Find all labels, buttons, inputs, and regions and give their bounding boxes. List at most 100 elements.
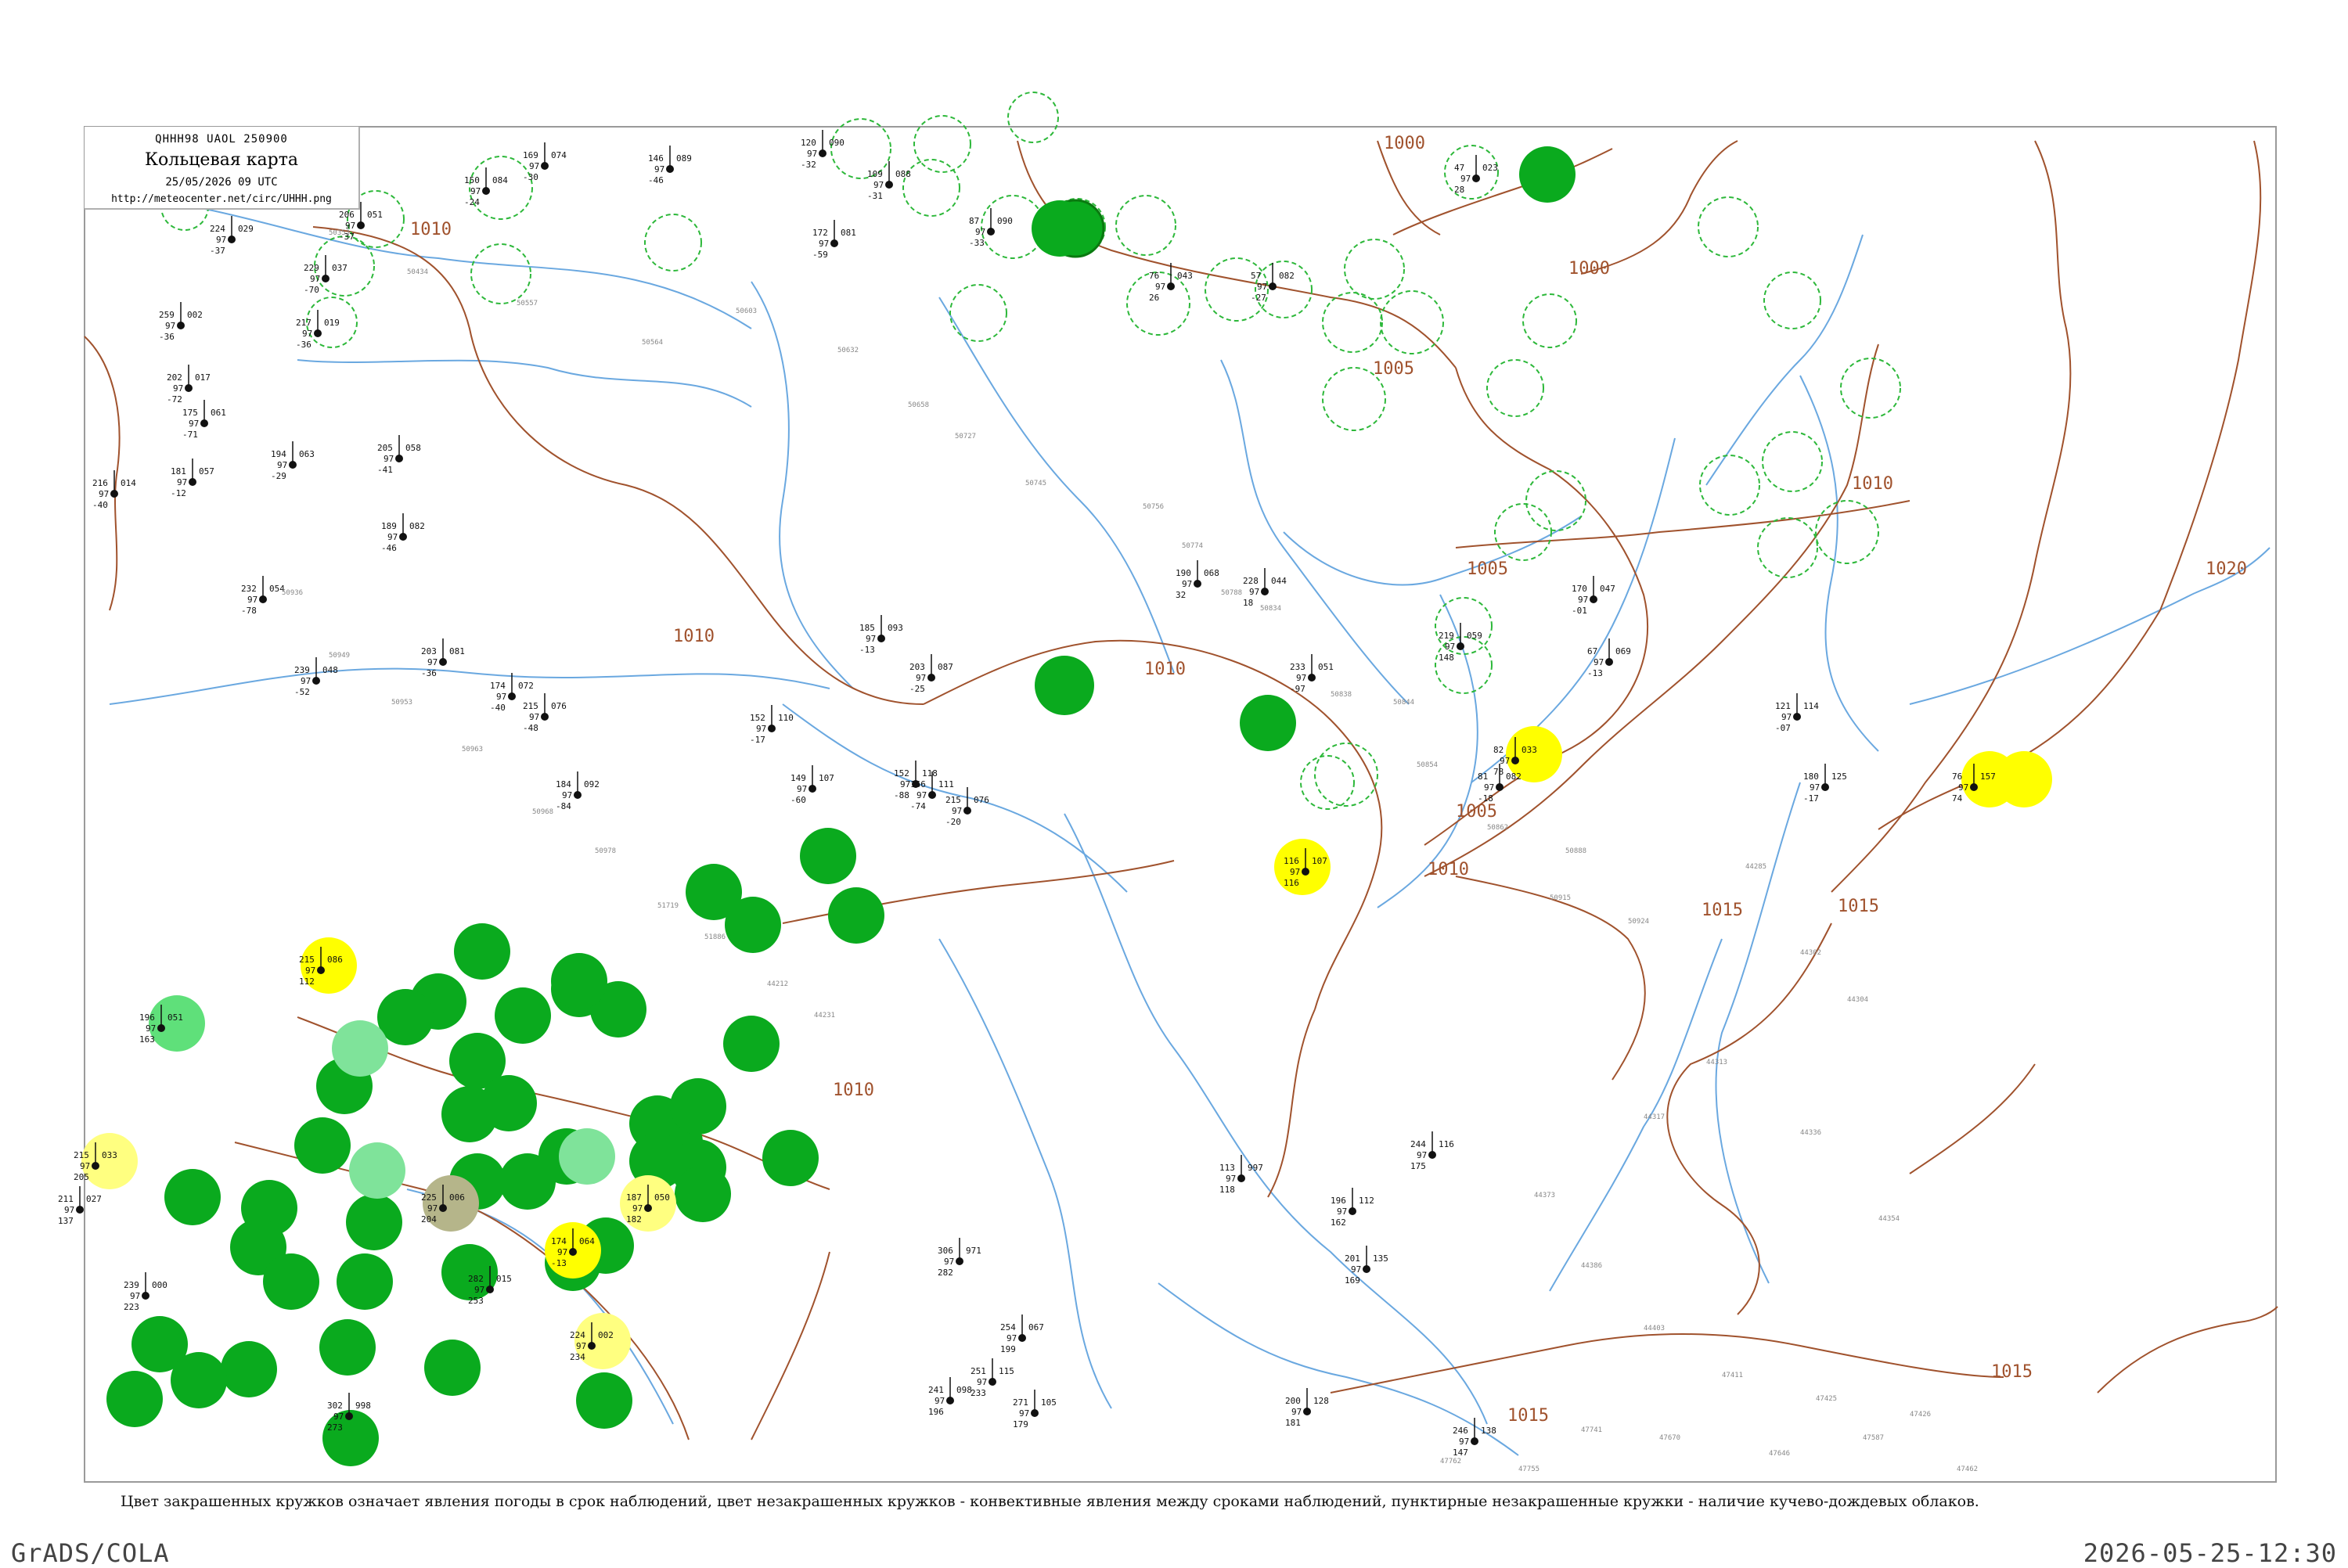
station-id-label: 44403 bbox=[1644, 1325, 1665, 1332]
station-plot: 87 090 97-33 bbox=[969, 208, 1013, 248]
station-id-label: 44313 bbox=[1706, 1059, 1727, 1066]
station-temperature: 169 bbox=[523, 150, 538, 160]
station-temperature: 150 bbox=[464, 175, 480, 185]
station-visibility: 97 bbox=[1019, 1408, 1029, 1419]
station-id-label: 50353 bbox=[329, 229, 350, 237]
station-temperature: 215 bbox=[299, 955, 315, 965]
isobar-label: 1015 bbox=[1991, 1362, 2033, 1382]
station-temperature: 47 bbox=[1454, 163, 1464, 173]
station-id-label: 44354 bbox=[1878, 1215, 1900, 1223]
station-pressure: 037 bbox=[332, 263, 348, 273]
station-dewpoint: 196 bbox=[928, 1407, 944, 1417]
station-visibility: 97 bbox=[1459, 1437, 1469, 1447]
station-visibility: 97 bbox=[333, 1412, 344, 1422]
station-id-label: 50557 bbox=[517, 300, 538, 307]
station-pressure: 044 bbox=[1271, 576, 1287, 586]
station-visibility: 97 bbox=[873, 180, 884, 190]
station-visibility: 97 bbox=[130, 1291, 140, 1301]
station-pressure: 017 bbox=[195, 372, 211, 383]
station-plot: 232 05497-78 bbox=[241, 576, 285, 616]
station-id-label: 50788 bbox=[1221, 589, 1242, 597]
station-visibility: 97 bbox=[1296, 673, 1306, 683]
station-visibility: 97 bbox=[1578, 595, 1588, 605]
station-dewpoint: 148 bbox=[1439, 653, 1454, 663]
station-plot: 254 067 97199 bbox=[1000, 1314, 1044, 1354]
station-id-label: 47425 bbox=[1816, 1395, 1837, 1403]
station-dewpoint: -36 bbox=[159, 332, 175, 342]
station-temperature: 205 bbox=[377, 443, 393, 453]
station-visibility: 97 bbox=[1290, 867, 1300, 877]
station-temperature: 241 bbox=[928, 1385, 944, 1395]
station-plot: 190 068 9732 bbox=[1176, 560, 1219, 600]
station-id-label: 44373 bbox=[1534, 1192, 1555, 1199]
station-temperature: 170 bbox=[1572, 584, 1587, 594]
station-visibility: 97 bbox=[1337, 1207, 1347, 1217]
station-pressure: 971 bbox=[966, 1246, 981, 1256]
station-temperature: 282 bbox=[468, 1274, 484, 1284]
station-dewpoint: 205 bbox=[74, 1172, 89, 1182]
station-plot: 205 058 97-41 bbox=[377, 435, 421, 475]
station-id-label: 50854 bbox=[1417, 761, 1438, 769]
station-pressure: 051 bbox=[167, 1012, 183, 1023]
bulletin-header: QHHH98 UAOL 250900 bbox=[155, 133, 288, 146]
station-pressure: 088 bbox=[895, 169, 911, 179]
station-temperature: 271 bbox=[1013, 1397, 1028, 1408]
station-plot: 259 002 97-36 bbox=[159, 302, 203, 342]
station-visibility: 97 bbox=[1594, 657, 1604, 667]
station-plot: 185 093 97-13 bbox=[859, 615, 903, 655]
station-temperature: 172 bbox=[812, 228, 828, 238]
station-id-label: 50915 bbox=[1550, 894, 1571, 902]
station-dewpoint: 175 bbox=[1410, 1161, 1426, 1171]
station-plot: 120 090 97-32 bbox=[801, 130, 844, 170]
station-dewpoint: 199 bbox=[1000, 1344, 1016, 1354]
station-dewpoint: 169 bbox=[1345, 1275, 1360, 1286]
station-pressure: 998 bbox=[355, 1401, 371, 1411]
station-dewpoint: 234 bbox=[570, 1352, 585, 1362]
station-pressure: 114 bbox=[1803, 701, 1819, 711]
station-plot: 180 125 97-17 bbox=[1803, 764, 1847, 804]
station-dewpoint: -36 bbox=[296, 340, 312, 350]
station-dewpoint: -84 bbox=[556, 801, 571, 811]
station-pressure: 107 bbox=[819, 773, 834, 783]
station-temperature: 174 bbox=[490, 681, 506, 691]
station-temperature: 82 bbox=[1493, 745, 1504, 755]
station-plot: 172 081 97-59 bbox=[812, 220, 856, 260]
station-temperature: 251 bbox=[971, 1366, 986, 1376]
station-id-label: 50936 bbox=[282, 589, 303, 597]
station-temperature: 181 bbox=[171, 466, 186, 477]
station-dewpoint: -33 bbox=[969, 238, 985, 248]
station-pressure: 092 bbox=[584, 779, 600, 789]
isobar-label: 1010 bbox=[410, 220, 452, 239]
station-visibility: 97 bbox=[387, 532, 398, 542]
station-id-label: 50756 bbox=[1143, 503, 1164, 511]
station-plot: 244 116 97175 bbox=[1410, 1131, 1454, 1171]
station-visibility: 97 bbox=[1007, 1333, 1017, 1343]
isobar-label: 1010 bbox=[833, 1081, 874, 1100]
station-dewpoint: -24 bbox=[464, 197, 480, 207]
station-visibility: 97 bbox=[1291, 1407, 1302, 1417]
station-visibility: 97 bbox=[944, 1257, 954, 1267]
station-pressure: 051 bbox=[1318, 662, 1334, 672]
map-title-box: QHHH98 UAOL 250900 Кольцевая карта 25/05… bbox=[85, 127, 360, 210]
station-temperature: 120 bbox=[801, 138, 816, 148]
station-dewpoint: -40 bbox=[92, 500, 108, 510]
station-pressure: 064 bbox=[579, 1236, 595, 1246]
station-pressure: 051 bbox=[367, 210, 383, 220]
station-id-label: 47462 bbox=[1957, 1466, 1978, 1473]
station-temperature: 190 bbox=[1176, 568, 1191, 578]
station-visibility: 97 bbox=[277, 460, 287, 470]
station-dewpoint: -17 bbox=[750, 735, 765, 745]
station-temperature: 206 bbox=[339, 210, 355, 220]
station-plot: 170 047 97-01 bbox=[1572, 576, 1615, 616]
isobar-label: 1010 bbox=[1144, 660, 1186, 679]
station-plot: 201 135 97169 bbox=[1345, 1246, 1388, 1286]
station-plot: 203 087 97-25 bbox=[909, 654, 953, 694]
station-pressure: 058 bbox=[405, 443, 421, 453]
station-plot: 150 084 97-24 bbox=[464, 167, 508, 207]
source-url[interactable]: http://meteocenter.net/circ/UHHH.png bbox=[85, 193, 358, 205]
station-temperature: 224 bbox=[570, 1330, 585, 1340]
station-id-label: 47587 bbox=[1863, 1434, 1884, 1442]
station-plot: 146 089 97-46 bbox=[648, 146, 692, 185]
station-visibility: 97 bbox=[165, 321, 175, 331]
station-dewpoint: -88 bbox=[894, 790, 909, 800]
